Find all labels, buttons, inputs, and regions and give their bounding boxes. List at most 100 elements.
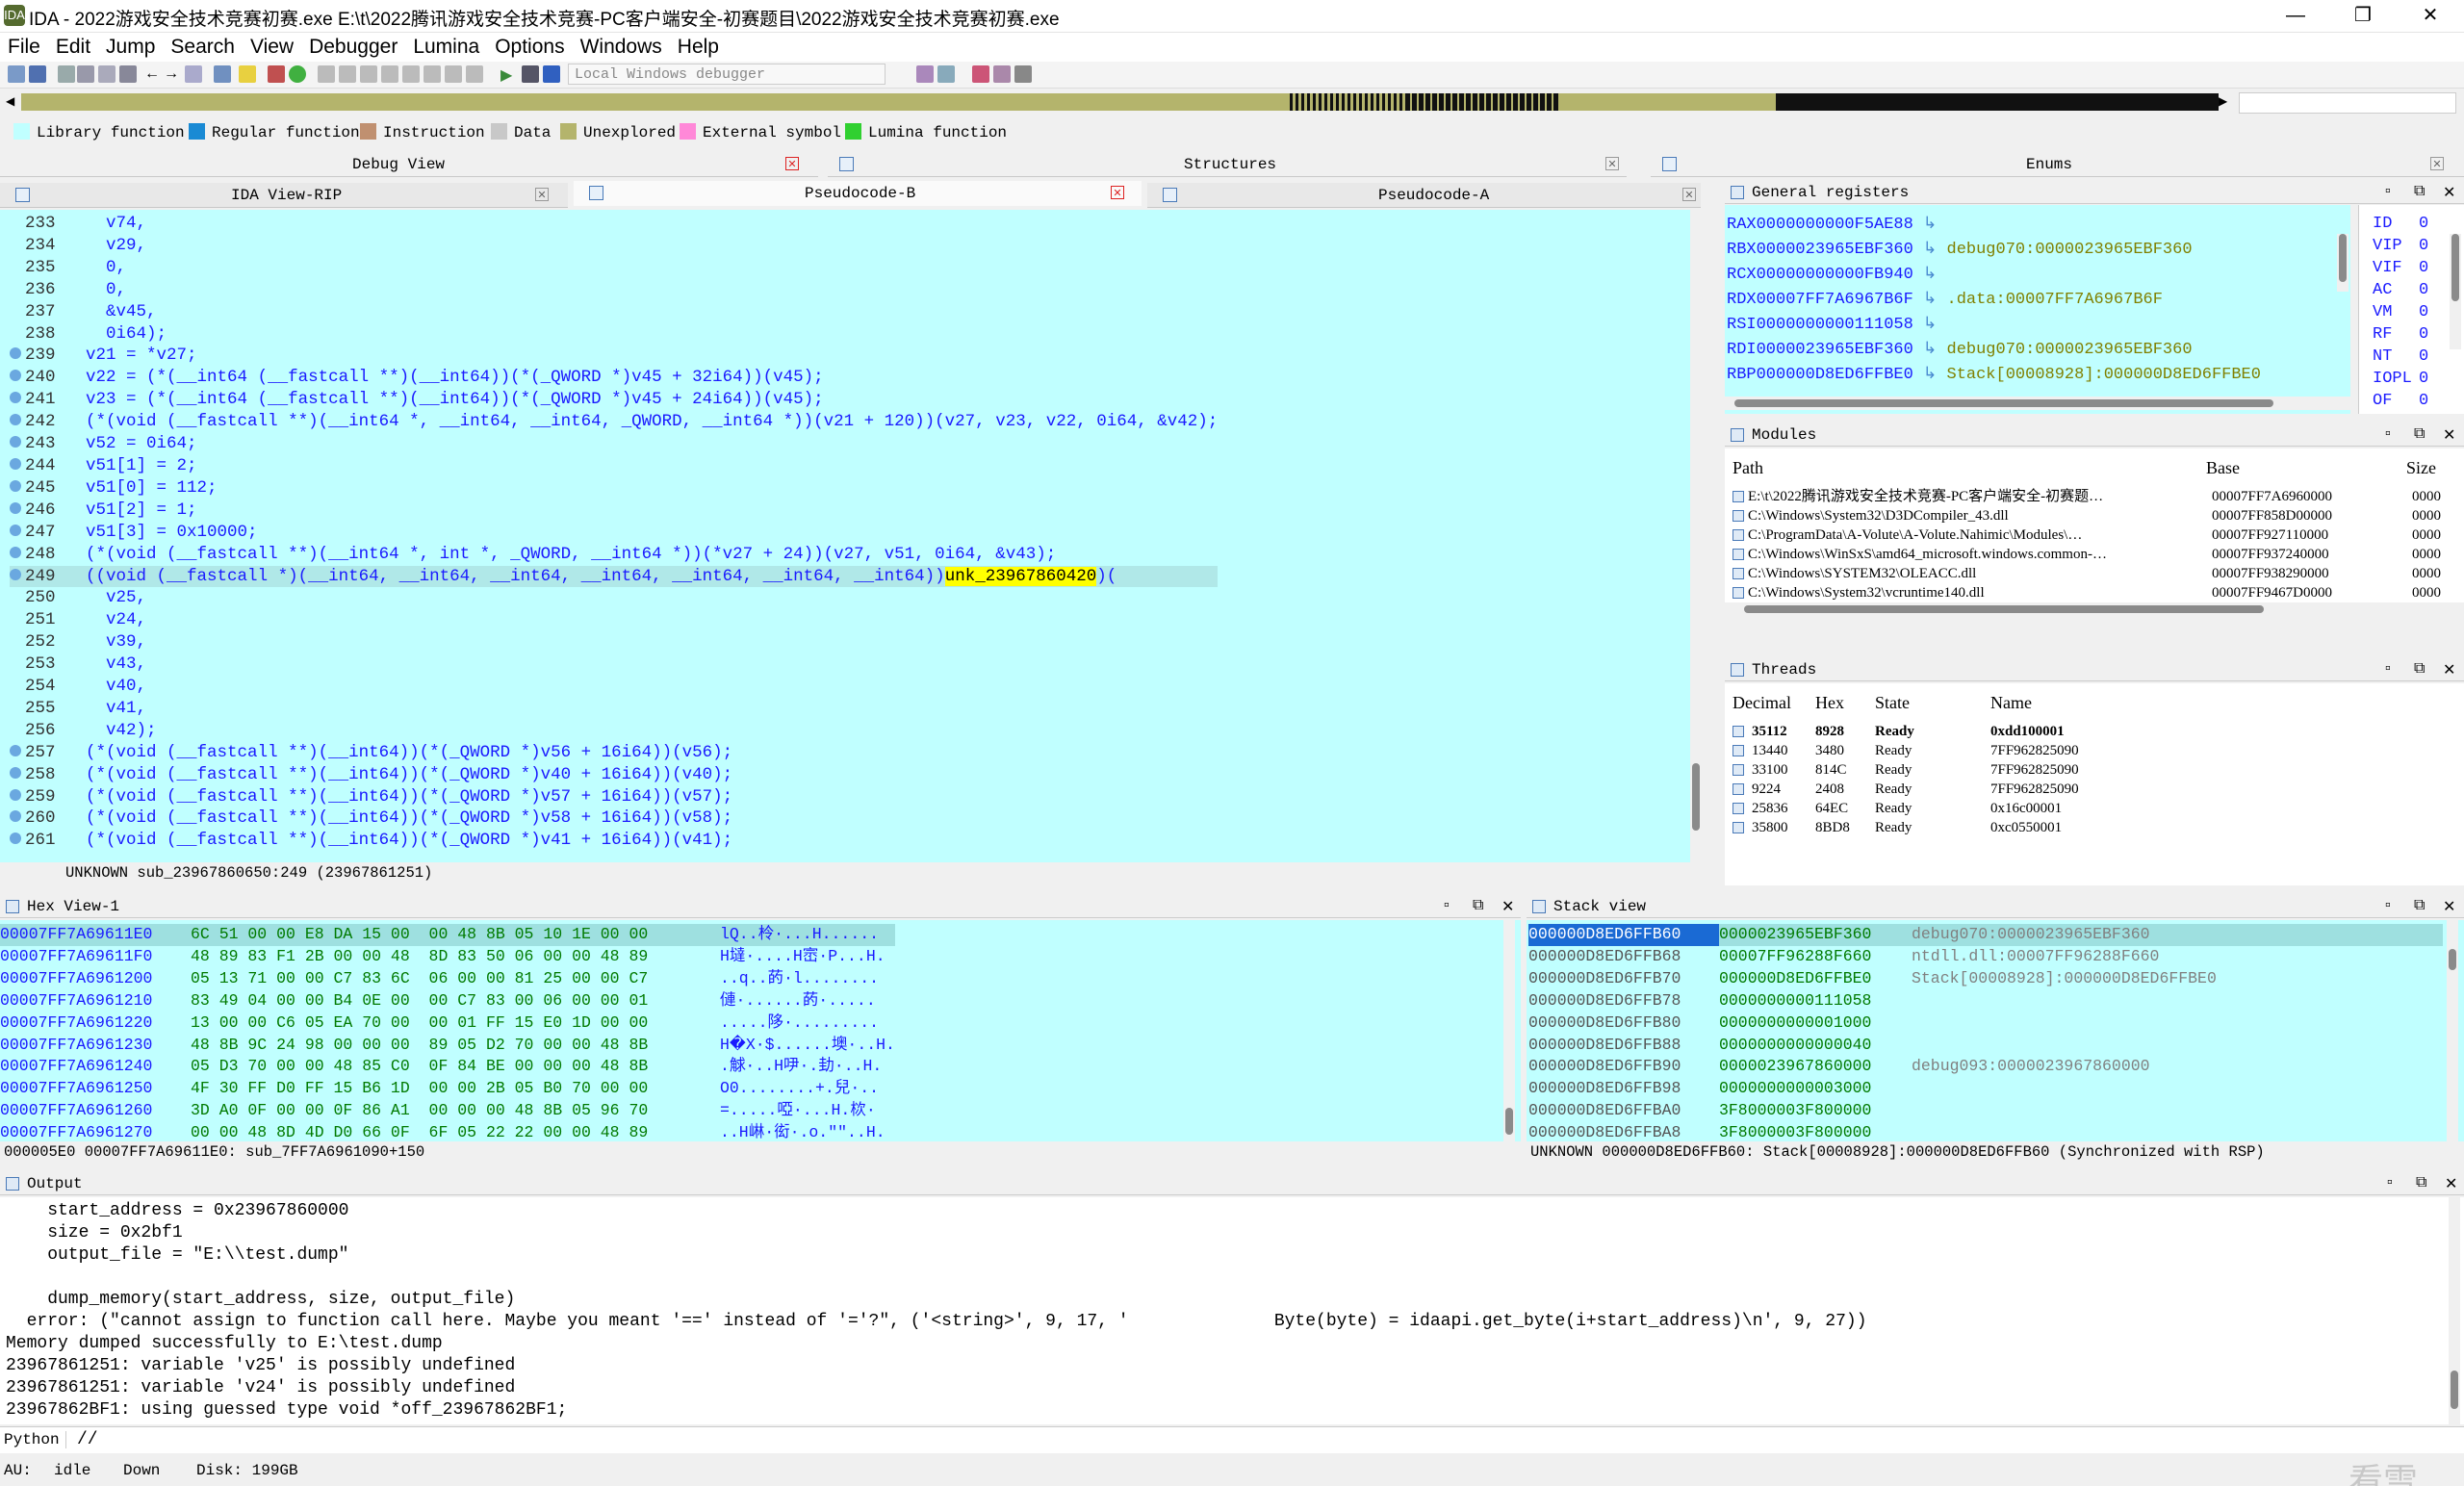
flag-row[interactable]: VIP 0 [2373, 235, 2428, 257]
register-row[interactable]: RCX00000000000FB940 ↳ [1727, 263, 2261, 288]
code-line[interactable]: 251 v24, [10, 609, 1218, 631]
thread-row[interactable]: 33100 814C Ready 7FF962825090 [1731, 760, 2452, 780]
code-line[interactable]: 247 v51[3] = 0x10000; [10, 522, 1218, 544]
stack-row[interactable]: 000000D8ED6FFBA0 3F8000003F800000 [1528, 1100, 2443, 1122]
flag-value[interactable]: 0 [2419, 325, 2428, 344]
hex-row[interactable]: 00007FF7A6961240 05 D3 70 00 00 48 85 C0 … [0, 1056, 895, 1078]
settings-icon[interactable] [1014, 65, 1032, 83]
stack-value[interactable]: 3F8000003F800000 [1719, 1122, 1912, 1141]
breakpoint-dot-icon[interactable] [10, 810, 21, 823]
names-icon[interactable] [77, 65, 94, 83]
thread-row[interactable]: 35112 8928 Ready 0xdd100001 [1731, 722, 2452, 741]
modules-col-base[interactable]: Base [2206, 458, 2240, 477]
minimize-panel-icon[interactable]: ▫ [2385, 897, 2391, 914]
flag-value[interactable]: 0 [2419, 370, 2428, 388]
make-struct-icon[interactable] [445, 65, 462, 83]
close-panel-icon[interactable]: ✕ [2445, 1174, 2457, 1193]
modules-table[interactable]: Path Base Size E:\t\2022腾讯游戏安全技术竞赛-PC客户端… [1725, 448, 2464, 606]
stop-icon[interactable] [543, 65, 560, 83]
menu-windows[interactable]: Windows [573, 33, 670, 59]
tab-pseudocode-b[interactable]: Pseudocode-B ✕ [574, 181, 1142, 206]
stack-row[interactable]: 000000D8ED6FFB88 0000000000000040 [1528, 1035, 2443, 1057]
close-panel-icon[interactable]: ✕ [2443, 183, 2455, 202]
hex-row[interactable]: 00007FF7A6961230 48 8B 9C 24 98 00 00 00 … [0, 1035, 895, 1057]
register-value[interactable]: 00000000000FB940 [1757, 266, 1913, 284]
search-binary-icon[interactable] [98, 65, 116, 83]
breakpoint-icon[interactable] [972, 65, 989, 83]
modules-hscrollbar[interactable] [1725, 602, 2464, 616]
float-panel-icon[interactable]: ⧉ [2414, 660, 2425, 678]
code-line[interactable]: 252 v39, [10, 631, 1218, 653]
threads-table[interactable]: Decimal Hex State Name 35112 8928 Ready 0xd… [1725, 683, 2464, 885]
breakpoint-dot-icon[interactable] [10, 744, 21, 756]
minimize-panel-icon[interactable]: ▫ [2385, 660, 2391, 678]
register-row[interactable]: RBP000000D8ED6FFBE0 ↳ Stack[00008928]:00… [1727, 363, 2261, 388]
code-line[interactable]: 234 v29, [10, 235, 1218, 257]
breakpoint-dot-icon[interactable] [10, 788, 21, 801]
module-row[interactable]: C:\Windows\System32\vcruntime140.dll 0000… [1731, 583, 2452, 602]
register-value[interactable]: 0000000000F5AE88 [1757, 216, 1913, 234]
hex-bytes[interactable]: 83 49 04 00 00 B4 0E 00 00 C7 83 00 06 0… [191, 990, 720, 1012]
close-panel-icon[interactable]: ✕ [2443, 897, 2455, 916]
trace-icon[interactable] [993, 65, 1011, 83]
tab-debug-view[interactable]: Debug View ✕ [0, 152, 818, 177]
breakpoint-dot-icon[interactable] [10, 766, 21, 779]
flag-row[interactable]: OF 0 [2373, 390, 2428, 412]
float-panel-icon[interactable]: ⧉ [2414, 425, 2425, 443]
thread-row[interactable]: 25836 64EC Ready 0x16c00001 [1731, 799, 2452, 818]
register-row[interactable]: RSI0000000000111058 ↳ [1727, 313, 2261, 338]
nav-right-icon[interactable]: ▶ [2219, 94, 2230, 112]
breakpoint-dot-icon[interactable] [10, 414, 21, 426]
close-icon[interactable]: ✕ [535, 188, 549, 201]
hex-ascii[interactable]: ..H崊·衒·.o.""..H. [720, 1123, 886, 1141]
flag-value[interactable]: 0 [2419, 347, 2428, 366]
flag-row[interactable]: ID 0 [2373, 213, 2428, 235]
back-icon[interactable]: ← [144, 65, 162, 83]
register-row[interactable]: RAX0000000000F5AE88 ↳ [1727, 213, 2261, 238]
hex-row[interactable]: 00007FF7A6961220 13 00 00 C6 05 EA 70 00 … [0, 1012, 895, 1035]
code-line[interactable]: 241 v23 = (*(__int64 (__fastcall **)(__i… [10, 389, 1218, 411]
modules-col-path[interactable]: Path [1732, 458, 1763, 477]
stack-row[interactable]: 000000D8ED6FFB70 000000D8ED6FFBE0 Stack[00… [1528, 968, 2443, 990]
output-scrollbar[interactable] [2449, 1197, 2460, 1424]
breakpoint-dot-icon[interactable] [10, 370, 21, 382]
module-row[interactable]: C:\ProgramData\A-Volute\A-Volute.Nahimic… [1731, 525, 2452, 545]
make-string-icon[interactable] [360, 65, 377, 83]
make-code-icon[interactable] [318, 65, 335, 83]
code-line[interactable]: 253 v43, [10, 653, 1218, 676]
register-value[interactable]: 0000000000111058 [1757, 316, 1913, 334]
flag-value[interactable]: 0 [2419, 215, 2428, 233]
threads-col-hex[interactable]: Hex [1815, 693, 1844, 712]
open-subviews-icon[interactable] [58, 65, 75, 83]
code-line[interactable]: 243 v52 = 0i64; [10, 433, 1218, 455]
threads-col-name[interactable]: Name [1990, 693, 2032, 712]
hex-bytes[interactable]: 48 89 83 F1 2B 00 00 48 8D 83 50 06 00 0… [191, 946, 720, 968]
stack-value[interactable]: 000000D8ED6FFBE0 [1719, 968, 1912, 990]
open-icon[interactable] [8, 65, 25, 83]
code-line[interactable]: 245 v51[0] = 112; [10, 477, 1218, 500]
registers-view[interactable]: RAX0000000000F5AE88 ↳ RBX0000023965EBF36… [1725, 205, 2350, 414]
code-line[interactable]: 244 v51[1] = 2; [10, 455, 1218, 477]
nav-left-icon[interactable]: ◀ [6, 94, 17, 112]
menu-file[interactable]: File [0, 33, 48, 59]
flag-row[interactable]: RF 0 [2373, 323, 2428, 346]
hex-row[interactable]: 00007FF7A6961210 83 49 04 00 00 B4 0E 00 … [0, 990, 895, 1012]
register-row[interactable]: RDX00007FF7A6967B6F ↳ .data:00007FF7A696… [1727, 288, 2261, 313]
hex-bytes[interactable]: 48 8B 9C 24 98 00 00 00 89 05 D2 70 00 0… [191, 1035, 720, 1057]
close-panel-icon[interactable]: ✕ [2443, 660, 2455, 679]
flag-row[interactable]: AC 0 [2373, 279, 2428, 301]
hex-row[interactable]: 00007FF7A6961270 00 00 48 8D 4D D0 66 0F … [0, 1122, 895, 1141]
stack-row[interactable]: 000000D8ED6FFB78 0000000000111058 [1528, 990, 2443, 1012]
code-line[interactable]: 242 (*(void (__fastcall **)(__int64 *, _… [10, 411, 1218, 433]
breakpoint-dot-icon[interactable] [10, 501, 21, 514]
code-line[interactable]: 240 v22 = (*(__int64 (__fastcall **)(__i… [10, 367, 1218, 389]
forward-icon[interactable]: → [164, 65, 181, 83]
flag-row[interactable]: NT 0 [2373, 346, 2428, 368]
hex-bytes[interactable]: 05 D3 70 00 00 48 85 C0 0F 84 BE 00 00 0… [191, 1056, 720, 1078]
hex-ascii[interactable]: .....陊·......... [720, 1013, 879, 1032]
make-data-icon[interactable] [339, 65, 356, 83]
flags-scrollbar[interactable] [2450, 234, 2461, 349]
code-line[interactable]: 261 (*(void (__fastcall **)(__int64))(*(… [10, 830, 1218, 852]
menu-jump[interactable]: Jump [98, 33, 163, 59]
hex-ascii[interactable]: H墶·....H崈·P...H. [720, 947, 886, 965]
